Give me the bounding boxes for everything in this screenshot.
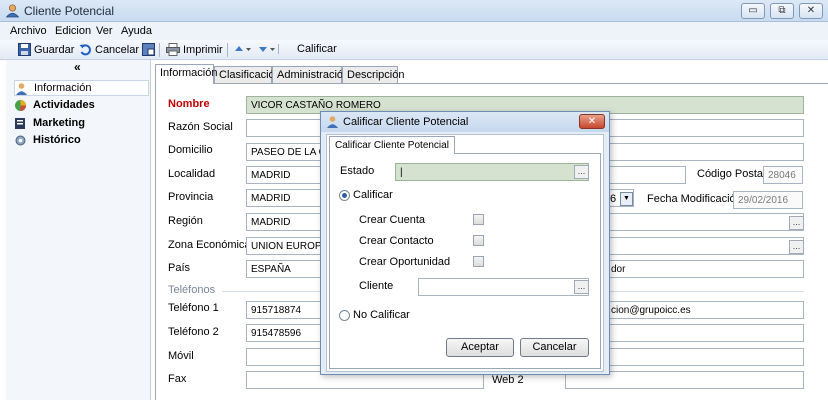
minimize-button[interactable]: ▭ <box>741 3 765 19</box>
provincia-label: Provincia <box>168 191 214 203</box>
collapse-sidebar-button[interactable]: « <box>74 60 81 74</box>
print-button[interactable]: Imprimir <box>166 43 223 56</box>
arrow-up-dropdown-icon <box>235 46 251 51</box>
calificar-radio-label: Calificar <box>353 189 393 201</box>
sidebar-item-label: Histórico <box>33 134 81 146</box>
qualify-button[interactable]: Calificar <box>297 43 337 55</box>
menu-ayuda[interactable]: Ayuda <box>121 25 152 37</box>
restore-button[interactable]: ⧉ <box>770 3 794 19</box>
arrow-down-dropdown-icon <box>259 44 279 54</box>
crear-contacto-checkbox[interactable] <box>473 235 484 246</box>
toolbar-separator <box>159 43 160 57</box>
cancel-dialog-button[interactable]: Cancelar <box>520 338 589 357</box>
toolbar: Guardar Cancelar Imprimir Calificar <box>0 40 828 60</box>
toolbar-separator <box>227 43 228 57</box>
nombre-label: Nombre <box>168 98 210 110</box>
save-copy-icon[interactable] <box>142 43 155 56</box>
sidebar-item-label: Marketing <box>33 117 85 129</box>
menu-archivo[interactable]: Archivo <box>10 25 47 37</box>
telefonos-section-label: Teléfonos <box>168 284 216 296</box>
crear-oportunidad-checkbox[interactable] <box>473 256 484 267</box>
undo-icon <box>79 44 91 56</box>
menu-bar: Archivo Edicion Ver Ayuda <box>0 22 828 40</box>
crear-cuenta-label: Crear Cuenta <box>359 214 426 226</box>
qualify-label: Calificar <box>297 43 337 55</box>
fax-label: Fax <box>168 373 187 385</box>
domicilio-label: Domicilio <box>168 144 213 156</box>
tab-administracion[interactable]: Administración <box>272 66 349 83</box>
codigo-postal-field[interactable]: 28046 <box>763 166 803 184</box>
fecha-modificacion-field[interactable]: 29/02/2016 <box>733 191 803 209</box>
gear-icon <box>15 135 26 145</box>
sidebar-item-label: Actividades <box>33 99 95 111</box>
dialog-title-bar: Calificar Cliente Potencial ✕ <box>321 112 609 132</box>
no-calificar-radio-label: No Calificar <box>353 309 410 321</box>
sidebar-item-historico[interactable]: Histórico <box>14 132 149 148</box>
pais-label: País <box>168 262 191 274</box>
sidebar-item-label: Información <box>34 82 92 94</box>
razon-social-label: Razón Social <box>168 121 233 133</box>
close-window-button[interactable]: ✕ <box>799 3 823 19</box>
sidebar: « Información Actividades Marketing Hist… <box>6 60 151 400</box>
print-label: Imprimir <box>183 43 223 56</box>
window-title: Cliente Potencial <box>24 4 115 18</box>
printer-icon <box>166 43 180 56</box>
sidebar-item-actividades[interactable]: Actividades <box>14 97 149 113</box>
title-bar: Cliente Potencial ▭ ⧉ ✕ <box>0 0 828 22</box>
cancel-button[interactable]: Cancelar <box>79 43 139 56</box>
dialog-close-button[interactable]: ✕ <box>579 114 605 129</box>
zona-lookup-button[interactable]: ... <box>789 240 804 254</box>
region-label: Región <box>168 215 203 227</box>
provincia-combo-value: 6 <box>610 193 617 205</box>
zona-economica-label: Zona Económica <box>168 239 251 251</box>
dialog-title: Calificar Cliente Potencial <box>343 116 469 128</box>
sidebar-item-marketing[interactable]: Marketing <box>14 115 149 131</box>
pais-right-text: dor <box>611 264 626 275</box>
qualify-dialog: Calificar Cliente Potencial ✕ Calificar … <box>320 111 610 375</box>
estado-lookup-button[interactable]: ... <box>574 165 589 179</box>
estado-field[interactable]: | <box>395 163 589 181</box>
no-calificar-radio[interactable]: No Calificar <box>339 309 410 321</box>
codigo-postal-label: Código Postal <box>697 168 766 180</box>
save-button[interactable]: Guardar <box>18 43 74 56</box>
provincia-dropdown-button[interactable]: ▼ <box>620 192 633 206</box>
user-icon <box>327 116 338 128</box>
cliente-field[interactable] <box>418 278 589 296</box>
cliente-label: Cliente <box>359 280 394 292</box>
web2-label: Web 2 <box>492 374 524 386</box>
book-icon <box>15 117 25 129</box>
floppy-disk-icon <box>18 43 31 56</box>
move-down-button[interactable] <box>258 43 280 55</box>
user-icon <box>5 4 20 18</box>
menu-ver[interactable]: Ver <box>96 25 113 37</box>
move-up-button[interactable] <box>234 43 252 55</box>
activities-icon <box>15 99 26 111</box>
cliente-lookup-button[interactable]: ... <box>574 280 589 294</box>
sidebar-item-informacion[interactable]: Información <box>14 80 149 96</box>
telefono2-label: Teléfono 2 <box>168 326 219 338</box>
crear-cuenta-checkbox[interactable] <box>473 214 484 225</box>
tab-descripcion[interactable]: Descripción <box>342 66 404 83</box>
email-text: cion@grupoicc.es <box>611 305 691 316</box>
region-lookup-button[interactable]: ... <box>789 216 804 230</box>
calificar-radio[interactable]: Calificar <box>339 189 393 201</box>
tab-clasificacion[interactable]: Clasificación <box>214 66 281 83</box>
accept-button[interactable]: Aceptar <box>446 338 514 357</box>
tab-informacion[interactable]: Información <box>155 64 217 84</box>
fecha-modificacion-label: Fecha Modificación <box>647 193 742 205</box>
radio-selected-indicator <box>339 189 350 201</box>
user-icon <box>16 82 27 95</box>
crear-contacto-label: Crear Contacto <box>359 235 434 247</box>
localidad-label: Localidad <box>168 168 216 180</box>
save-label: Guardar <box>34 43 75 56</box>
crear-oportunidad-label: Crear Oportunidad <box>359 256 451 268</box>
cancel-label: Cancelar <box>95 43 140 56</box>
menu-edicion[interactable]: Edicion <box>55 25 91 37</box>
radio-unselected-indicator <box>339 309 350 321</box>
movil-label: Móvil <box>168 350 194 362</box>
telefono1-label: Teléfono 1 <box>168 302 219 314</box>
estado-label: Estado <box>340 165 375 177</box>
dialog-tab-calificar[interactable]: Calificar Cliente Potencial <box>329 136 455 154</box>
